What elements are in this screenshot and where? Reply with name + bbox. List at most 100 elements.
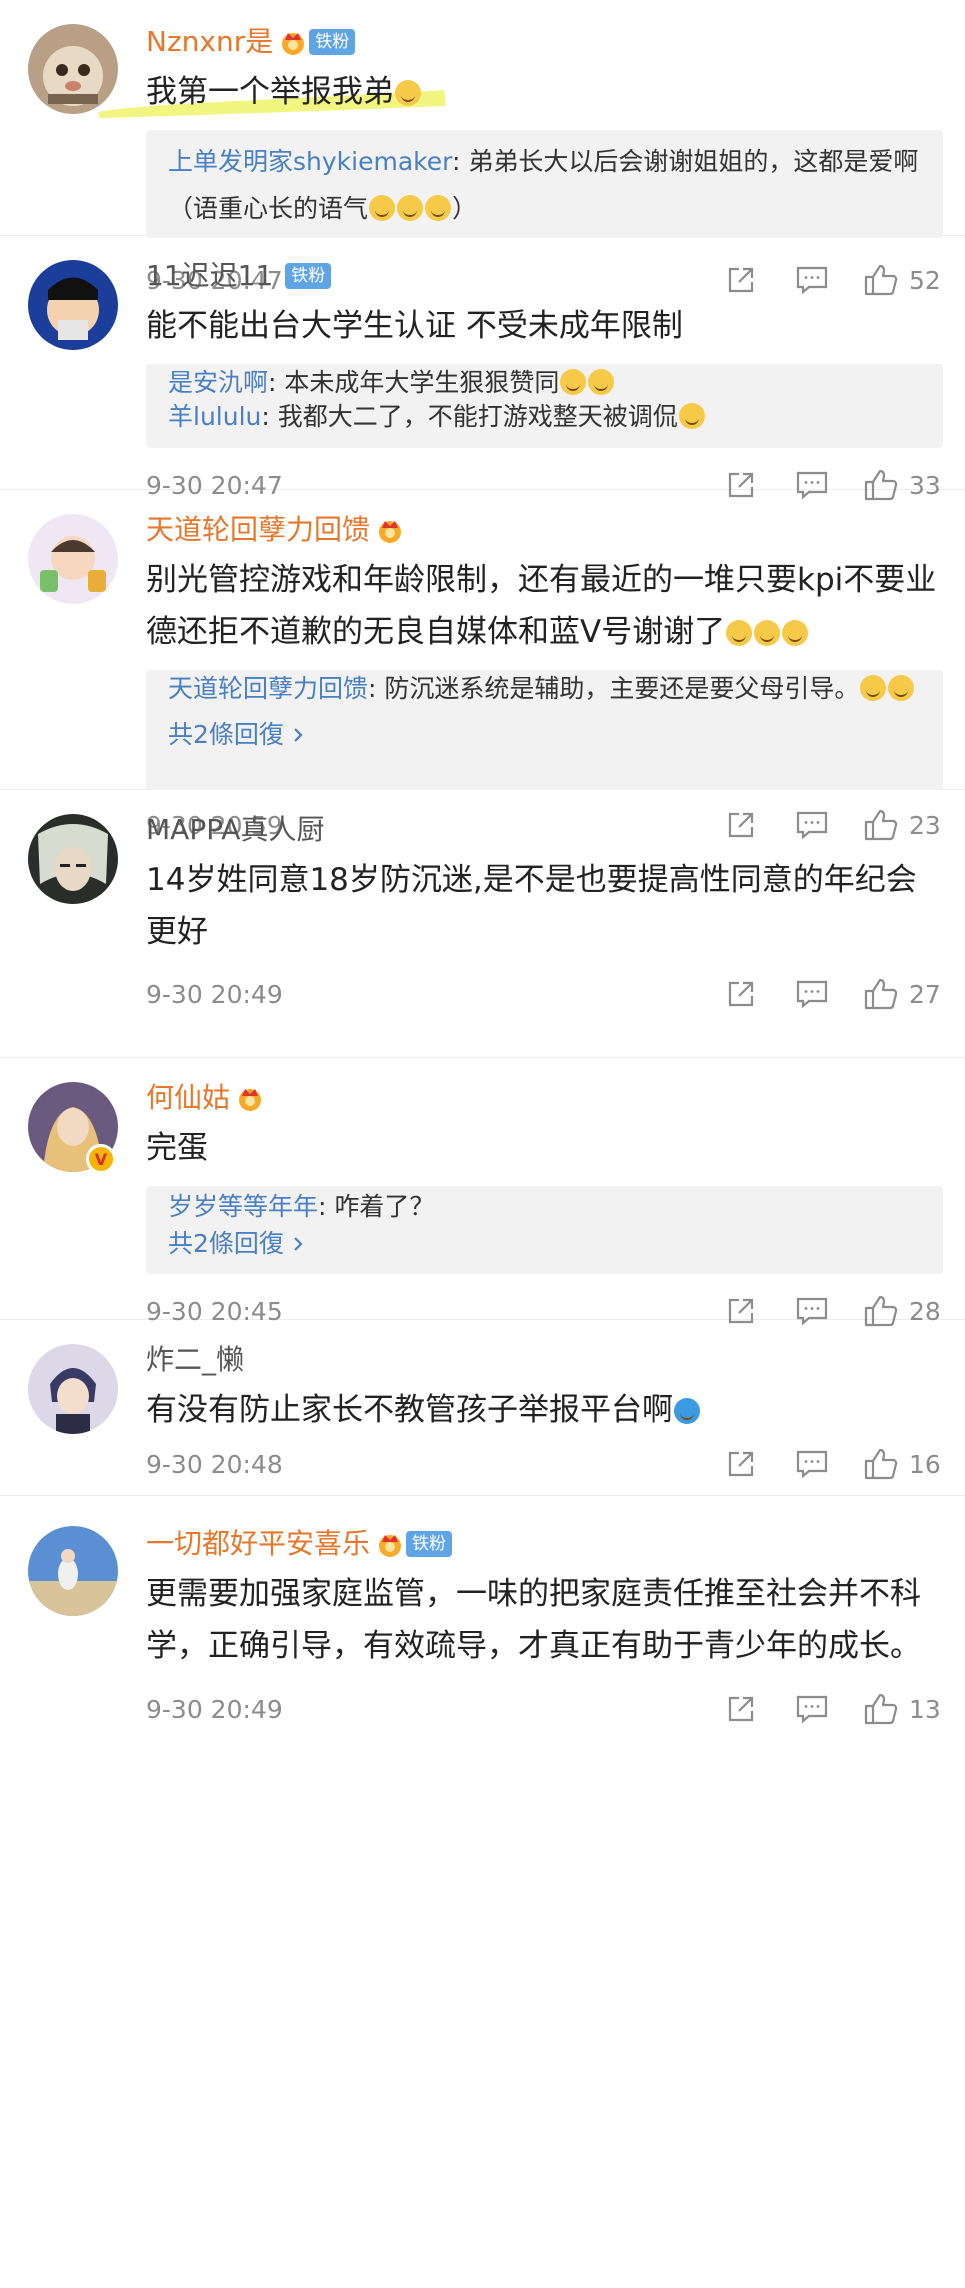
comment-text: 别光管控游戏和年龄限制，还有最近的一堆只要kpi不要业德还拒不道歉的无良自媒体和… — [146, 554, 943, 658]
reply-button[interactable] — [795, 978, 829, 1010]
emoji — [726, 620, 753, 646]
comment-text: 有没有防止家长不教管孩子举报平台啊 — [146, 1384, 943, 1436]
more-replies-label: 共2條回復 — [168, 720, 284, 749]
comment-item: 炸二_懒 有没有防止家长不教管孩子举报平台啊 9-30 20:48 16 — [0, 1320, 965, 1496]
emoji — [369, 195, 396, 221]
comment-text: 更需要加强家庭监管，一味的把家庭责任推至社会并不科学，正确引导，有效疏导，才真正… — [146, 1576, 921, 1664]
share-square-icon — [728, 1451, 754, 1477]
username[interactable]: 11迟迟11 — [146, 252, 273, 300]
chevron-right-icon — [292, 1235, 304, 1253]
comment-header: 炸二_懒 — [146, 1336, 943, 1384]
replies-box[interactable]: 上单发明家shykiemaker: 弟弟长大以后会谢谢姐姐的，这都是爱啊（语重心… — [146, 130, 943, 238]
reply-author[interactable]: 是安氿啊 — [168, 368, 268, 397]
like-button[interactable]: 13 — [863, 1692, 943, 1726]
emoji — [678, 403, 705, 429]
comment-header: 一切都好平安喜乐 铁粉 — [146, 1520, 943, 1568]
comment-item: 11迟迟11 铁粉 能不能出台大学生认证 不受未成年限制 是安氿啊: 本未成年大… — [0, 236, 965, 501]
avatar[interactable] — [28, 514, 118, 604]
emoji — [888, 675, 915, 701]
comment-feed: Nznxnr是 铁粉 我第一个举报我弟 上单发明家shykiemaker: 弟弟… — [0, 0, 965, 1806]
emoji — [754, 620, 781, 646]
comment-header: 11迟迟11 铁粉 — [146, 252, 943, 300]
avatar[interactable] — [28, 1344, 118, 1434]
replies-box[interactable]: 是安氿啊: 本未成年大学生狠狠赞同 羊lululu: 我都大二了，不能打游戏整天… — [146, 364, 943, 448]
comment-item: MAPPA真人厨 14岁姓同意18岁防沉迷,是不是也要提高性同意的年纪会更好 9… — [0, 790, 965, 1058]
reply-text: : 我都大二了，不能打游戏整天被调侃 — [261, 402, 678, 431]
comment-text: 我第一个举报我弟 — [98, 66, 943, 118]
reply-button[interactable] — [795, 1448, 829, 1480]
like-count: 16 — [909, 1449, 941, 1479]
repost-button[interactable] — [725, 1448, 757, 1480]
reply-author[interactable]: 羊lululu — [168, 402, 261, 431]
thumbs-up-icon — [864, 1693, 898, 1725]
comment-footer: 9-30 20:48 16 — [146, 1436, 943, 1492]
reply: 天道轮回孽力回馈: 防沉迷系统是辅助，主要还是要父母引导。 — [168, 672, 921, 706]
fan-badge: 铁粉 — [285, 263, 332, 289]
comment-text: 能不能出台大学生认证 不受未成年限制 — [146, 308, 683, 344]
comment-header: MAPPA真人厨 — [146, 806, 943, 854]
like-count: 13 — [909, 1694, 941, 1724]
comment-header: 天道轮回孽力回馈 — [146, 506, 943, 554]
more-replies-link[interactable]: 共2條回復 — [168, 710, 921, 760]
crown-badge-icon — [376, 1530, 404, 1558]
more-replies-label: 共2條回復 — [168, 1229, 284, 1258]
repost-button[interactable] — [725, 978, 757, 1010]
avatar[interactable] — [28, 260, 118, 350]
chevron-right-icon — [292, 726, 304, 744]
avatar[interactable] — [28, 814, 118, 904]
comment-text: 14岁姓同意18岁防沉迷,是不是也要提高性同意的年纪会更好 — [146, 862, 917, 950]
emoji — [860, 675, 887, 701]
username[interactable]: 炸二_懒 — [146, 1336, 244, 1384]
avatar[interactable] — [28, 1526, 118, 1616]
reply-author[interactable]: 天道轮回孽力回馈 — [168, 674, 368, 703]
emoji — [397, 195, 424, 221]
replies-box[interactable]: 天道轮回孽力回馈: 防沉迷系统是辅助，主要还是要父母引导。 共2條回復 — [146, 670, 943, 790]
repost-button[interactable] — [725, 1693, 757, 1725]
reply: 上单发明家shykiemaker: 弟弟长大以后会谢谢姐姐的，这都是爱啊（语重心… — [168, 138, 921, 232]
username[interactable]: MAPPA真人厨 — [146, 806, 324, 854]
reply-text: : 咋着了？ — [318, 1192, 435, 1221]
emoji — [588, 369, 615, 395]
reply-author[interactable]: 上单发明家shykiemaker — [168, 147, 452, 176]
timestamp: 9-30 20:49 — [146, 1694, 283, 1724]
comment-text: 完蛋 — [146, 1130, 208, 1166]
comment-text-content: 别光管控游戏和年龄限制，还有最近的一堆只要kpi不要业德还拒不道歉的无良自媒体和… — [146, 562, 937, 650]
reply-author[interactable]: 岁岁等等年年 — [168, 1192, 318, 1221]
verified-badge-icon: V — [86, 1144, 116, 1174]
comment-item: 一切都好平安喜乐 铁粉 更需要加强家庭监管，一味的把家庭责任推至社会并不科学，正… — [0, 1496, 965, 1806]
emoji — [560, 369, 587, 395]
username[interactable]: 一切都好平安喜乐 — [146, 1520, 370, 1568]
emoji — [395, 80, 421, 106]
comment-item: Nznxnr是 铁粉 我第一个举报我弟 上单发明家shykiemaker: 弟弟… — [0, 0, 965, 296]
comment-footer: 9-30 20:49 13 — [146, 1672, 943, 1746]
crown-badge-icon — [376, 516, 404, 544]
crown-badge-icon — [279, 28, 307, 56]
reply-text-suffix: ） — [452, 194, 478, 223]
reply: 岁岁等等年年: 咋着了？ — [168, 1190, 921, 1224]
comment-text-content: 有没有防止家长不教管孩子举报平台啊 — [146, 1392, 673, 1428]
username[interactable]: 天道轮回孽力回馈 — [146, 506, 370, 554]
comment-text-content: 我第一个举报我弟 — [146, 74, 394, 110]
username[interactable]: Nznxnr是 — [146, 18, 273, 66]
reply-text: : 防沉迷系统是辅助，主要还是要父母引导。 — [368, 674, 860, 703]
like-button[interactable]: 27 — [863, 977, 943, 1011]
timestamp: 9-30 20:48 — [146, 1449, 283, 1479]
share-square-icon — [728, 981, 754, 1007]
replies-box[interactable]: 岁岁等等年年: 咋着了？ 共2條回復 — [146, 1186, 943, 1274]
username[interactable]: 何仙姑 — [146, 1074, 230, 1122]
emoji — [425, 195, 452, 221]
like-button[interactable]: 16 — [863, 1447, 943, 1481]
reply-button[interactable] — [795, 1693, 829, 1725]
crown-badge-icon — [236, 1084, 264, 1112]
reply-text: : 本未成年大学生狠狠赞同 — [268, 368, 560, 397]
more-replies-link[interactable]: 共2條回復 — [168, 1224, 921, 1264]
avatar[interactable] — [28, 24, 118, 114]
like-count: 27 — [909, 979, 941, 1009]
fan-badge: 铁粉 — [309, 29, 356, 55]
comment-item: V 何仙姑 完蛋 岁岁等等年年: 咋着了？ 共2條回復 9-30 20:45 2… — [0, 1058, 965, 1327]
comment-header: 何仙姑 — [146, 1074, 943, 1122]
reply: 是安氿啊: 本未成年大学生狠狠赞同 — [168, 366, 921, 400]
share-square-icon — [728, 1696, 754, 1722]
timestamp: 9-30 20:49 — [146, 979, 283, 1009]
thumbs-up-icon — [864, 1448, 898, 1480]
